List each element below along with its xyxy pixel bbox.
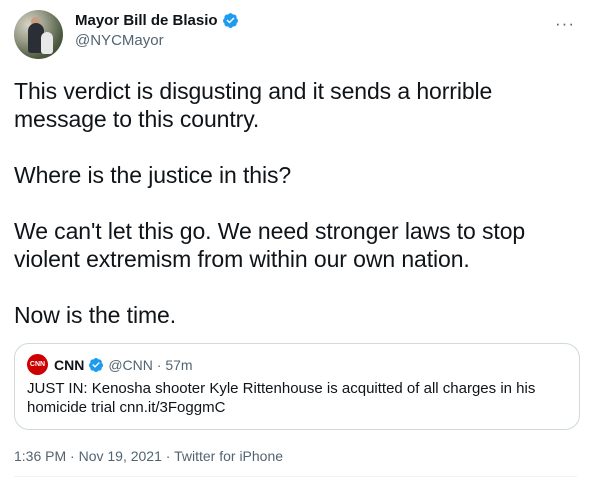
more-options-icon[interactable]: ··· (555, 14, 575, 34)
author-names: Mayor Bill de Blasio @NYCMayor (75, 12, 239, 49)
quoted-verified-badge-icon (89, 357, 104, 372)
author-handle[interactable]: @NYCMayor (75, 32, 239, 49)
avatar-figure-child (41, 32, 53, 54)
cnn-avatar-logo: CNN (27, 354, 48, 375)
quoted-author-name: CNN (54, 356, 85, 373)
tweet-header: Mayor Bill de Blasio @NYCMayor ··· (14, 10, 577, 66)
quoted-handle-time: @CNN · 57m (108, 356, 193, 373)
meta-separator: · (161, 448, 175, 464)
quoted-tweet[interactable]: CNN CNN @CNN · 57m JUST IN: Kenosha shoo… (14, 343, 580, 430)
tweet-time[interactable]: 1:36 PM (14, 448, 66, 464)
author-display-name[interactable]: Mayor Bill de Blasio (75, 12, 218, 29)
author-avatar[interactable] (14, 10, 63, 59)
quoted-tweet-header: CNN CNN @CNN · 57m (27, 354, 567, 375)
tweet-date[interactable]: Nov 19, 2021 (79, 448, 162, 464)
display-name-row: Mayor Bill de Blasio (75, 12, 239, 29)
tweet-card: Mayor Bill de Blasio @NYCMayor ··· This … (0, 0, 591, 477)
tweet-source[interactable]: Twitter for iPhone (174, 448, 283, 464)
quoted-tweet-text: JUST IN: Kenosha shooter Kyle Rittenhous… (27, 380, 536, 416)
meta-separator: · (66, 448, 79, 464)
verified-badge-icon (222, 13, 238, 28)
tweet-metadata: 1:36 PM · Nov 19, 2021 · Twitter for iPh… (14, 448, 577, 477)
tweet-text: This verdict is disgusting and it sends … (14, 78, 526, 328)
